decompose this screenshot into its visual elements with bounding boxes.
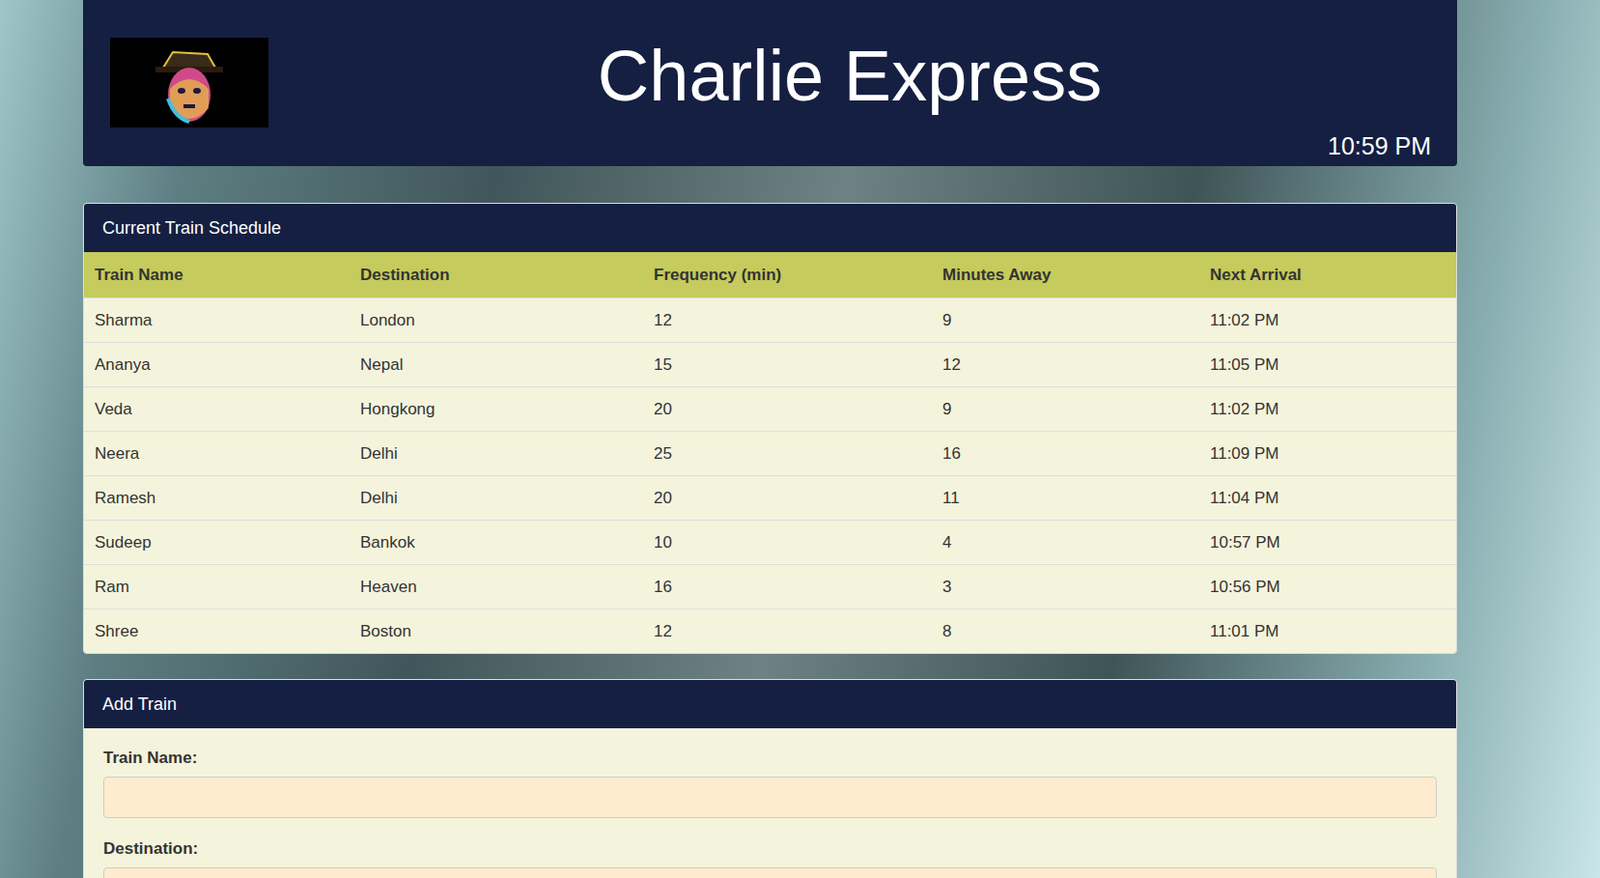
table-cell: Shree (84, 609, 350, 654)
table-cell: Delhi (349, 431, 644, 477)
table-row: RameshDelhi201111:04 PM (84, 476, 1458, 521)
table-cell: Ananya (84, 342, 350, 388)
panel-title: Current Train Schedule (84, 203, 1457, 253)
table-cell: Sharma (84, 298, 350, 343)
table-cell: Hongkong (349, 387, 644, 432)
table-row: SudeepBankok10410:57 PM (84, 520, 1458, 565)
text-input[interactable] (103, 867, 1437, 878)
table-cell: 16 (931, 431, 1200, 477)
field-label: Train Name: (103, 748, 1437, 768)
table-cell: Nepal (349, 342, 644, 388)
table-cell: 20 (643, 476, 932, 521)
table-body: SharmaLondon12911:02 PMAnanyaNepal151211… (84, 298, 1458, 654)
table-cell: 11:04 PM (1199, 476, 1458, 521)
panel-title: Add Train (84, 679, 1457, 729)
table-cell: 12 (643, 609, 932, 654)
column-header[interactable]: Next Arrival (1199, 252, 1458, 299)
table-cell: 16 (643, 564, 932, 610)
page-title: Charlie Express (268, 37, 1432, 115)
table-cell: 11:09 PM (1199, 431, 1458, 477)
column-header[interactable]: Minutes Away (931, 252, 1200, 299)
site-header: Charlie Express 10:59 PM (83, 0, 1458, 167)
table-cell: 11 (931, 476, 1200, 521)
table-cell: 11:02 PM (1199, 387, 1458, 432)
table-cell: Veda (84, 387, 350, 432)
table-cell: 15 (643, 342, 932, 388)
table-row: RamHeaven16310:56 PM (84, 564, 1458, 610)
table-cell: London (349, 298, 644, 343)
table-cell: Bankok (349, 520, 644, 565)
column-header[interactable]: Frequency (min) (643, 252, 932, 299)
table-cell: 12 (931, 342, 1200, 388)
table-cell: 12 (643, 298, 932, 343)
table-cell: 8 (931, 609, 1200, 654)
table-cell: 10 (643, 520, 932, 565)
table-cell: Sudeep (84, 520, 350, 565)
table-row: AnanyaNepal151211:05 PM (84, 342, 1458, 388)
form-body: Train Name: Destination: (84, 728, 1457, 878)
table-cell: 11:02 PM (1199, 298, 1458, 343)
table-cell: 10:57 PM (1199, 520, 1458, 565)
header-row: Charlie Express (110, 37, 1432, 128)
table-cell: Boston (349, 609, 644, 654)
table-cell: 9 (931, 387, 1200, 432)
table-cell: 4 (931, 520, 1200, 565)
table-cell: 20 (643, 387, 932, 432)
table-head: Train NameDestinationFrequency (min)Minu… (84, 252, 1458, 299)
table-row: VedaHongkong20911:02 PM (84, 387, 1458, 432)
table-row: SharmaLondon12911:02 PM (84, 298, 1458, 343)
table-cell: Ram (84, 564, 350, 610)
add-train-panel: Add Train Train Name: Destination: (83, 678, 1458, 878)
table-row: ShreeBoston12811:01 PM (84, 609, 1458, 654)
page: Charlie Express 10:59 PM Current Train Sch… (83, 0, 1458, 878)
text-input[interactable] (103, 776, 1437, 818)
current-time: 10:59 PM (1327, 131, 1432, 161)
field-label: Destination: (103, 839, 1437, 859)
table-cell: Heaven (349, 564, 644, 610)
schedule-table: Train NameDestinationFrequency (min)Minu… (84, 252, 1458, 653)
column-header[interactable]: Train Name (84, 252, 350, 299)
logo-icon (110, 37, 269, 128)
table-cell: 9 (931, 298, 1200, 343)
table-cell: 10:56 PM (1199, 564, 1458, 610)
table-cell: 11:01 PM (1199, 609, 1458, 654)
header-row: Train NameDestinationFrequency (min)Minu… (84, 252, 1458, 299)
table-cell: Ramesh (84, 476, 350, 521)
table-cell: 11:05 PM (1199, 342, 1458, 388)
time-row: 10:59 PM (110, 131, 1432, 161)
table-cell: 3 (931, 564, 1200, 610)
column-header[interactable]: Destination (349, 252, 644, 299)
table-cell: Delhi (349, 476, 644, 521)
table-cell: Neera (84, 431, 350, 477)
schedule-panel: Current Train ScheduleTrain NameDestinat… (83, 202, 1458, 654)
table-cell: 25 (643, 431, 932, 477)
table-row: NeeraDelhi251611:09 PM (84, 431, 1458, 477)
